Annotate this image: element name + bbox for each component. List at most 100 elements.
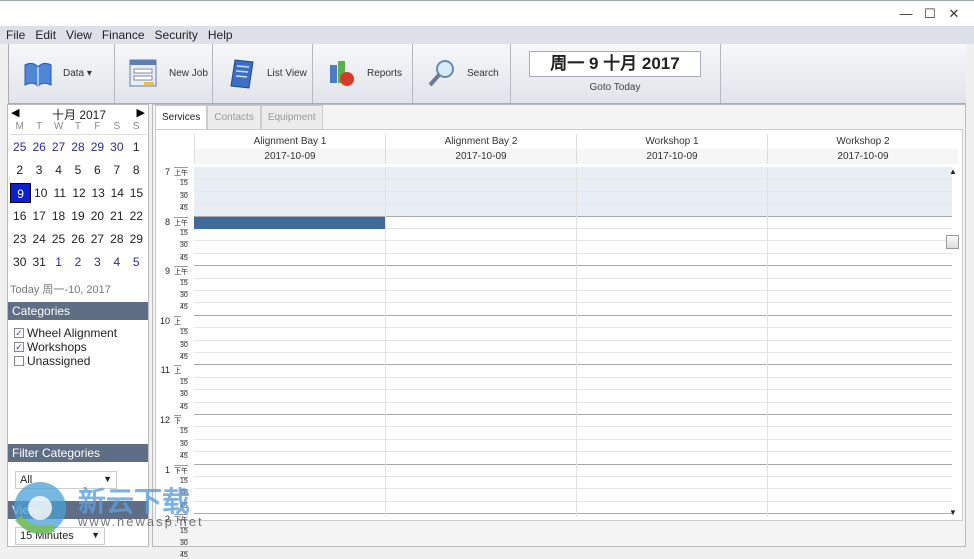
calendar-day[interactable]: 13 <box>89 186 108 200</box>
time-slot[interactable] <box>194 427 952 440</box>
menu-finance[interactable]: Finance <box>96 26 149 42</box>
time-slot[interactable] <box>194 415 952 428</box>
menu-help[interactable]: Help <box>202 26 237 42</box>
tab-equipment[interactable]: Equipment <box>260 105 323 129</box>
calendar-day[interactable]: 5 <box>68 163 87 177</box>
filter-select[interactable]: All ▼ <box>15 471 117 489</box>
time-slot[interactable] <box>194 477 952 490</box>
calendar-day[interactable]: 30 <box>107 140 126 154</box>
time-slot[interactable] <box>194 502 952 515</box>
time-slot[interactable] <box>194 489 952 502</box>
calendar-day[interactable]: 30 <box>10 255 29 269</box>
calendar-day[interactable]: 2 <box>10 163 29 177</box>
calendar-day[interactable]: 7 <box>107 163 126 177</box>
reports-button[interactable]: Reports <box>313 44 413 103</box>
calendar-day[interactable]: 25 <box>10 140 29 154</box>
time-slot[interactable] <box>194 328 952 341</box>
calendar-day[interactable]: 24 <box>29 232 48 246</box>
time-slot[interactable] <box>194 241 952 254</box>
scroll-down-arrow[interactable]: ▼ <box>949 508 957 517</box>
calendar-day[interactable]: 8 <box>127 163 146 177</box>
maximize-button[interactable]: ☐ <box>920 5 940 23</box>
time-slot[interactable] <box>194 440 952 453</box>
calendar-day[interactable]: 5 <box>127 255 146 269</box>
calendar-day[interactable]: 14 <box>108 186 127 200</box>
menu-edit[interactable]: Edit <box>29 26 60 42</box>
resource-header[interactable]: Alignment Bay 1 2017-10-09 <box>194 134 385 164</box>
calendar-day[interactable]: 27 <box>49 140 68 154</box>
list-view-button[interactable]: List View <box>213 44 313 103</box>
time-slot[interactable] <box>194 266 952 279</box>
scroll-thumb[interactable] <box>946 235 959 249</box>
tab-services[interactable]: Services <box>155 105 208 129</box>
time-slot[interactable] <box>194 378 952 391</box>
calendar-day[interactable]: 10 <box>31 186 50 200</box>
time-slot[interactable] <box>194 191 952 205</box>
time-slot[interactable] <box>194 390 952 403</box>
vertical-scrollbar[interactable]: ▲ ▼ <box>946 167 960 517</box>
calendar-day[interactable]: 26 <box>29 140 48 154</box>
time-slot[interactable] <box>194 316 952 329</box>
scroll-up-arrow[interactable]: ▲ <box>949 167 957 176</box>
calendar-day[interactable]: 25 <box>49 232 68 246</box>
calendar-day[interactable]: 1 <box>127 140 146 154</box>
checkbox-checked[interactable]: ✓ <box>14 328 24 338</box>
calendar-day[interactable]: 6 <box>88 163 107 177</box>
time-slot[interactable] <box>194 204 952 217</box>
menu-security[interactable]: Security <box>149 26 202 42</box>
calendar-day[interactable]: 29 <box>127 232 146 246</box>
calendar-day[interactable]: 1 <box>49 255 68 269</box>
checkbox-checked[interactable]: ✓ <box>14 342 24 352</box>
appointment-block[interactable] <box>194 216 385 229</box>
minimize-button[interactable]: — <box>896 5 916 23</box>
category-workshops[interactable]: ✓ Workshops <box>14 340 148 354</box>
time-slot[interactable] <box>194 229 952 242</box>
calendar-day[interactable]: 4 <box>107 255 126 269</box>
calendar-day[interactable]: 29 <box>88 140 107 154</box>
time-slot[interactable] <box>194 341 952 353</box>
time-slot[interactable] <box>194 179 952 192</box>
calendar-day[interactable]: 11 <box>50 186 69 200</box>
calendar-day[interactable]: 23 <box>10 232 29 246</box>
time-slots[interactable] <box>194 167 952 517</box>
calendar-day[interactable]: 19 <box>68 209 87 223</box>
category-wheel-alignment[interactable]: ✓ Wheel Alignment <box>14 326 148 340</box>
calendar-day[interactable]: 22 <box>127 209 146 223</box>
calendar-day[interactable]: 12 <box>69 186 88 200</box>
time-slot[interactable] <box>194 291 952 304</box>
resource-header[interactable]: Workshop 1 2017-10-09 <box>576 134 767 164</box>
calendar-day[interactable]: 4 <box>49 163 68 177</box>
view-select[interactable]: 15 Minutes ▼ <box>15 527 105 545</box>
time-slot[interactable] <box>194 167 952 180</box>
time-slot[interactable] <box>194 452 952 465</box>
calendar-day[interactable]: 28 <box>107 232 126 246</box>
calendar-day[interactable]: 2 <box>68 255 87 269</box>
resource-header[interactable]: Alignment Bay 2 2017-10-09 <box>385 134 576 164</box>
goto-today-button[interactable]: Goto Today <box>529 82 701 93</box>
time-slot[interactable] <box>194 254 952 267</box>
calendar-day[interactable]: 27 <box>88 232 107 246</box>
time-slot[interactable] <box>194 303 952 316</box>
calendar-day[interactable]: 17 <box>29 209 48 223</box>
calendar-day[interactable]: 9 <box>10 182 32 203</box>
time-slot[interactable] <box>194 465 952 477</box>
menu-view[interactable]: View <box>60 26 96 42</box>
tab-contacts[interactable]: Contacts <box>207 105 261 129</box>
calendar-day[interactable]: 18 <box>49 209 68 223</box>
checkbox-unchecked[interactable] <box>14 356 24 366</box>
time-slot[interactable] <box>194 279 952 291</box>
menu-file[interactable]: File <box>0 26 29 42</box>
calendar-day[interactable]: 26 <box>68 232 87 246</box>
resource-header[interactable]: Workshop 2 2017-10-09 <box>767 134 958 164</box>
calendar-day[interactable]: 16 <box>10 209 29 223</box>
new-job-button[interactable]: New Job <box>115 44 213 103</box>
calendar-day[interactable]: 31 <box>29 255 48 269</box>
time-slot[interactable] <box>194 514 952 517</box>
time-slot[interactable] <box>194 365 952 378</box>
time-slot[interactable] <box>194 353 952 366</box>
calendar-day[interactable]: 15 <box>127 186 146 200</box>
close-button[interactable]: ✕ <box>944 5 964 23</box>
calendar-day[interactable]: 21 <box>107 209 126 223</box>
calendar-day[interactable]: 28 <box>68 140 87 154</box>
today-label[interactable]: Today 周一-10, 2017 <box>10 281 148 297</box>
